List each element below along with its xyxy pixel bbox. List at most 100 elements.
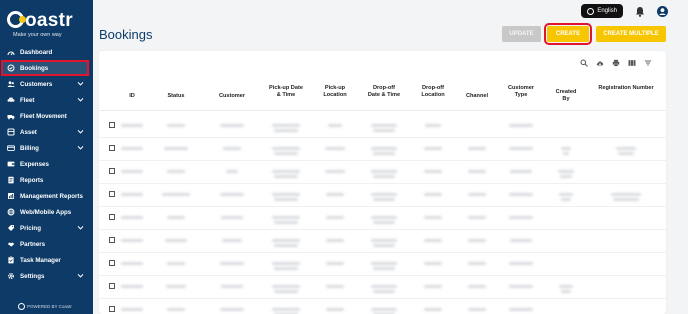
redacted-cell [468, 239, 486, 242]
table-row[interactable] [99, 161, 666, 184]
language-selector[interactable]: English [581, 4, 623, 18]
chevron-down-icon[interactable] [77, 80, 84, 87]
column-header[interactable]: Pick-up Date & Time [269, 85, 303, 99]
redacted-cell [561, 147, 571, 150]
redacted-cell [424, 239, 442, 242]
sidebar-item-management-reports[interactable]: Management Reports [0, 188, 93, 204]
sidebar-item-label: Expenses [20, 160, 49, 168]
column-header[interactable]: Pick-up Location [316, 85, 354, 99]
sidebar-item-expenses[interactable]: Expenses [0, 156, 93, 172]
update-button[interactable]: UPDATE [502, 26, 541, 42]
column-header[interactable]: Status [159, 93, 193, 100]
table-row[interactable] [99, 184, 666, 207]
sidebar-item-billing[interactable]: Billing [0, 140, 93, 156]
fleet-icon [6, 96, 15, 105]
row-checkbox[interactable] [109, 306, 115, 312]
table-header: ID Status Customer Pick-up Date & Time Pick-… [99, 81, 666, 111]
sidebar-item-partners[interactable]: Partners [0, 236, 93, 252]
redacted-cell [468, 193, 486, 196]
create-multiple-button[interactable]: CREATE MULTIPLE [596, 26, 666, 42]
filter-icon[interactable] [644, 59, 652, 67]
table-row[interactable] [99, 253, 666, 276]
sidebar: oastr Make your own way Dashboard Booking… [0, 0, 93, 314]
create-button[interactable]: CREATE [544, 23, 592, 45]
row-checkbox[interactable] [109, 122, 115, 128]
user-account-icon[interactable] [657, 5, 668, 17]
notifications-bell-icon[interactable] [635, 6, 645, 17]
table-row[interactable] [99, 230, 666, 253]
redacted-cell [221, 216, 243, 219]
redacted-cell [561, 290, 571, 293]
redacted-cell [165, 239, 187, 242]
table-toolbar [572, 59, 652, 67]
redacted-cell [166, 285, 186, 288]
redacted-cell [561, 198, 571, 201]
sidebar-item-web-mobile-apps[interactable]: Web/Mobile Apps [0, 204, 93, 220]
bookings-icon [6, 64, 15, 73]
redacted-cell [618, 152, 634, 155]
table-row[interactable] [99, 299, 666, 314]
sidebar-item-reports[interactable]: Reports [0, 172, 93, 188]
chevron-down-icon[interactable] [77, 272, 84, 279]
column-header[interactable]: Channel [460, 93, 494, 100]
column-header[interactable]: Customer Type [504, 85, 538, 99]
redacted-cell [371, 124, 397, 127]
redacted-cell [326, 193, 344, 196]
redacted-cell [272, 262, 300, 265]
sidebar-item-label: Settings [20, 272, 45, 280]
sidebar-item-task-manager[interactable]: Task Manager [0, 252, 93, 268]
top-bar: English [581, 4, 668, 18]
column-header[interactable]: Registration Number [594, 85, 658, 92]
table-row[interactable] [99, 138, 666, 161]
row-checkbox[interactable] [109, 145, 115, 151]
sidebar-item-fleet[interactable]: Fleet [0, 92, 93, 108]
sidebar-item-bookings[interactable]: Bookings [1, 60, 89, 76]
chevron-down-icon[interactable] [77, 224, 84, 231]
row-checkbox[interactable] [109, 191, 115, 197]
row-checkbox[interactable] [109, 168, 115, 174]
redacted-cell [167, 262, 185, 265]
redacted-cell [613, 198, 639, 201]
row-checkbox[interactable] [109, 260, 115, 266]
redacted-cell [560, 175, 572, 178]
chevron-down-icon[interactable] [77, 144, 84, 151]
sidebar-item-asset[interactable]: Asset [0, 124, 93, 140]
sidebar-item-dashboard[interactable]: Dashboard [0, 44, 93, 60]
row-checkbox[interactable] [109, 237, 115, 243]
search-icon[interactable] [580, 59, 588, 67]
column-header[interactable]: Created By [552, 89, 580, 103]
print-icon[interactable] [612, 59, 620, 67]
redacted-cell [373, 244, 395, 247]
partners-icon [6, 240, 15, 249]
row-checkbox[interactable] [109, 214, 115, 220]
sidebar-item-fleet-movement[interactable]: Fleet Movement [0, 108, 93, 124]
redacted-cell [325, 147, 345, 150]
redacted-cell [371, 147, 397, 150]
table-row[interactable] [99, 115, 666, 138]
redacted-cell [509, 285, 533, 288]
sidebar-item-customers[interactable]: Customers [0, 76, 93, 92]
coastr-mini-logo-icon [18, 303, 25, 310]
redacted-cell [274, 221, 298, 224]
billing-icon [6, 144, 15, 153]
redacted-cell [468, 308, 486, 311]
redacted-cell [424, 147, 442, 150]
redacted-cell [373, 221, 395, 224]
column-header[interactable]: Customer [212, 93, 252, 100]
sidebar-item-label: Dashboard [20, 48, 53, 56]
cloud-download-icon[interactable] [596, 59, 604, 67]
table-row[interactable] [99, 207, 666, 230]
sidebar-item-pricing[interactable]: Pricing [0, 220, 93, 236]
table-row[interactable] [99, 276, 666, 299]
coastr-logo[interactable]: oastr Make your own way [7, 10, 87, 40]
redacted-cell [164, 147, 188, 150]
columns-icon[interactable] [628, 59, 636, 67]
chevron-down-icon[interactable] [77, 96, 84, 103]
column-header[interactable]: Drop-off Location [414, 85, 452, 99]
column-header[interactable]: ID [120, 93, 144, 100]
column-header[interactable]: Drop-off Date & Time [367, 85, 401, 99]
sidebar-item-settings[interactable]: Settings [0, 268, 93, 284]
redacted-cell [274, 175, 298, 178]
row-checkbox[interactable] [109, 283, 115, 289]
chevron-down-icon[interactable] [77, 128, 84, 135]
